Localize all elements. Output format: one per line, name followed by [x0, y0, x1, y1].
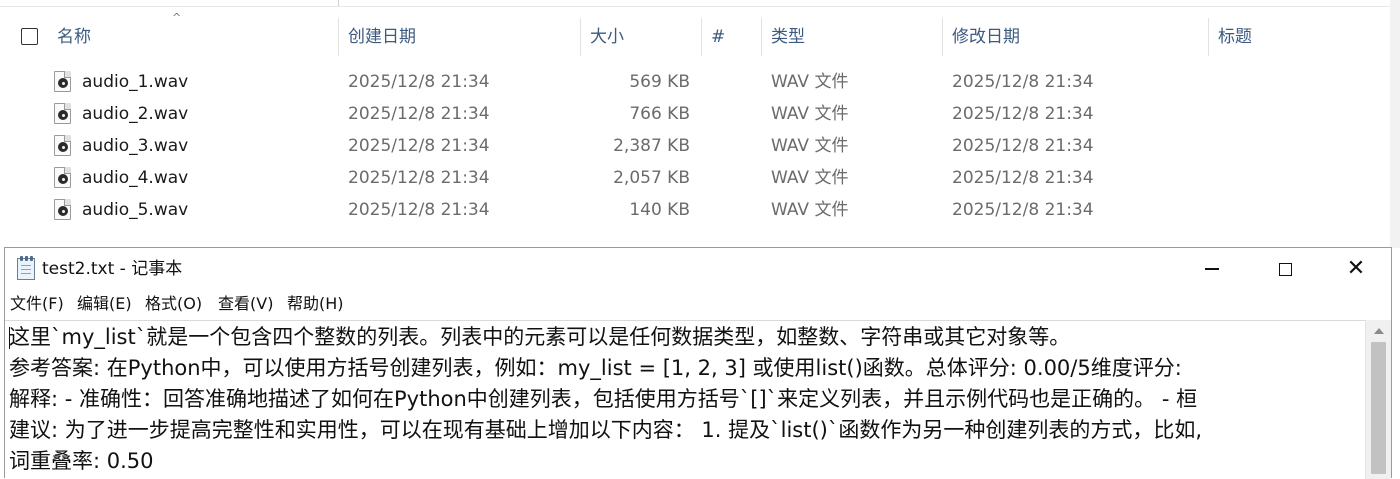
- minimize-icon: [1205, 268, 1219, 270]
- wav-audio-file-icon: [54, 71, 71, 92]
- file-row[interactable]: audio_2.wav 2025/12/8 21:34 766 KB WAV 文…: [0, 98, 1400, 130]
- file-modified-date: 2025/12/8 21:34: [952, 136, 1094, 156]
- file-type: WAV 文件: [771, 200, 849, 220]
- file-size: 766 KB: [629, 104, 690, 124]
- maximize-icon: [1278, 262, 1292, 276]
- column-header-number[interactable]: #: [711, 22, 725, 52]
- file-size: 2,387 KB: [613, 136, 690, 156]
- column-resize-tick: [338, 0, 339, 6]
- column-separator[interactable]: [701, 18, 702, 56]
- text-caret: [9, 327, 10, 349]
- text-line: 参考答案: 在Python中，可以使用方括号创建列表，例如：my_list = …: [9, 356, 1182, 380]
- file-row[interactable]: audio_5.wav 2025/12/8 21:34 140 KB WAV 文…: [0, 194, 1400, 226]
- file-type: WAV 文件: [771, 168, 849, 188]
- file-size: 2,057 KB: [613, 168, 690, 188]
- column-separator[interactable]: [1208, 18, 1209, 56]
- column-separator[interactable]: [580, 18, 581, 56]
- column-header-modified[interactable]: 修改日期: [952, 22, 1020, 52]
- vertical-scrollbar[interactable]: [1365, 320, 1391, 479]
- text-editor-area[interactable]: 这里`my_list`就是一个包含四个整数的列表。列表中的元素可以是任何数据类型…: [5, 320, 1365, 479]
- close-icon: ✕: [1346, 256, 1366, 281]
- column-header-created[interactable]: 创建日期: [348, 22, 416, 52]
- column-separator[interactable]: [942, 18, 943, 56]
- file-created-date: 2025/12/8 21:34: [348, 200, 490, 220]
- column-header-size[interactable]: 大小: [590, 22, 624, 52]
- file-type: WAV 文件: [771, 72, 849, 92]
- notepad-app-icon: [17, 256, 35, 280]
- menu-format[interactable]: 格式(O): [145, 290, 202, 318]
- file-type: WAV 文件: [771, 104, 849, 124]
- menu-file[interactable]: 文件(F): [10, 290, 64, 318]
- close-button[interactable]: ✕: [1321, 248, 1391, 290]
- wav-audio-file-icon: [54, 199, 71, 220]
- menu-view[interactable]: 查看(V): [218, 290, 273, 318]
- text-line: 解释: - 准确性：回答准确地描述了如何在Python中创建列表，包括使用方括号…: [9, 387, 1198, 411]
- file-created-date: 2025/12/8 21:34: [348, 168, 490, 188]
- file-name: audio_4.wav: [82, 168, 189, 188]
- sort-ascending-caret-icon: ^: [172, 11, 182, 24]
- column-header-name[interactable]: 名称: [57, 22, 91, 52]
- file-created-date: 2025/12/8 21:34: [348, 104, 490, 124]
- wav-audio-file-icon: [54, 135, 71, 156]
- column-header-title[interactable]: 标题: [1218, 22, 1252, 52]
- file-name: audio_5.wav: [82, 200, 189, 220]
- file-type: WAV 文件: [771, 136, 849, 156]
- file-row[interactable]: audio_1.wav 2025/12/8 21:34 569 KB WAV 文…: [0, 66, 1400, 98]
- wav-audio-file-icon: [54, 167, 71, 188]
- column-separator[interactable]: [338, 18, 339, 56]
- file-modified-date: 2025/12/8 21:34: [952, 200, 1094, 220]
- scrollbar-thumb[interactable]: [1371, 342, 1386, 474]
- file-row[interactable]: audio_4.wav 2025/12/8 21:34 2,057 KB WAV…: [0, 162, 1400, 194]
- menu-bar: 文件(F) 编辑(E) 格式(O) 查看(V) 帮助(H): [5, 290, 1391, 318]
- file-size: 569 KB: [629, 72, 690, 92]
- notepad-title-bar[interactable]: test2.txt - 记事本 ✕: [5, 248, 1391, 290]
- text-line: 词重叠率: 0.50: [9, 449, 154, 473]
- menu-help[interactable]: 帮助(H): [287, 290, 344, 318]
- maximize-button[interactable]: [1250, 248, 1320, 290]
- window-title: test2.txt - 记事本: [42, 259, 183, 279]
- wav-audio-file-icon: [54, 103, 71, 124]
- file-explorer-pane: ^ 名称 创建日期 大小 # 类型 修改日期 标题 audio_1.wav 20…: [0, 0, 1400, 248]
- column-header-type[interactable]: 类型: [771, 22, 805, 52]
- file-modified-date: 2025/12/8 21:34: [952, 168, 1094, 188]
- text-line: 这里`my_list`就是一个包含四个整数的列表。列表中的元素可以是任何数据类型…: [9, 325, 1071, 349]
- minimize-button[interactable]: [1177, 248, 1247, 290]
- file-name: audio_3.wav: [82, 136, 189, 156]
- explorer-scrollbar[interactable]: [1390, 0, 1400, 248]
- text-line: 建议: 为了进一步提高完整性和实用性，可以在现有基础上增加以下内容： 1. 提及…: [9, 418, 1203, 442]
- menu-edit[interactable]: 编辑(E): [77, 290, 132, 318]
- scroll-up-arrow-icon[interactable]: [1374, 328, 1384, 334]
- notepad-window: test2.txt - 记事本 ✕ 文件(F) 编辑(E) 格式(O) 查看(V…: [4, 247, 1392, 479]
- file-row[interactable]: audio_3.wav 2025/12/8 21:34 2,387 KB WAV…: [0, 130, 1400, 162]
- file-created-date: 2025/12/8 21:34: [348, 136, 490, 156]
- top-divider: [0, 6, 1400, 7]
- file-name: audio_1.wav: [82, 72, 189, 92]
- select-all-checkbox[interactable]: [21, 28, 38, 45]
- file-size: 140 KB: [629, 200, 690, 220]
- file-modified-date: 2025/12/8 21:34: [952, 72, 1094, 92]
- file-created-date: 2025/12/8 21:34: [348, 72, 490, 92]
- file-modified-date: 2025/12/8 21:34: [952, 104, 1094, 124]
- column-separator[interactable]: [761, 18, 762, 56]
- file-name: audio_2.wav: [82, 104, 189, 124]
